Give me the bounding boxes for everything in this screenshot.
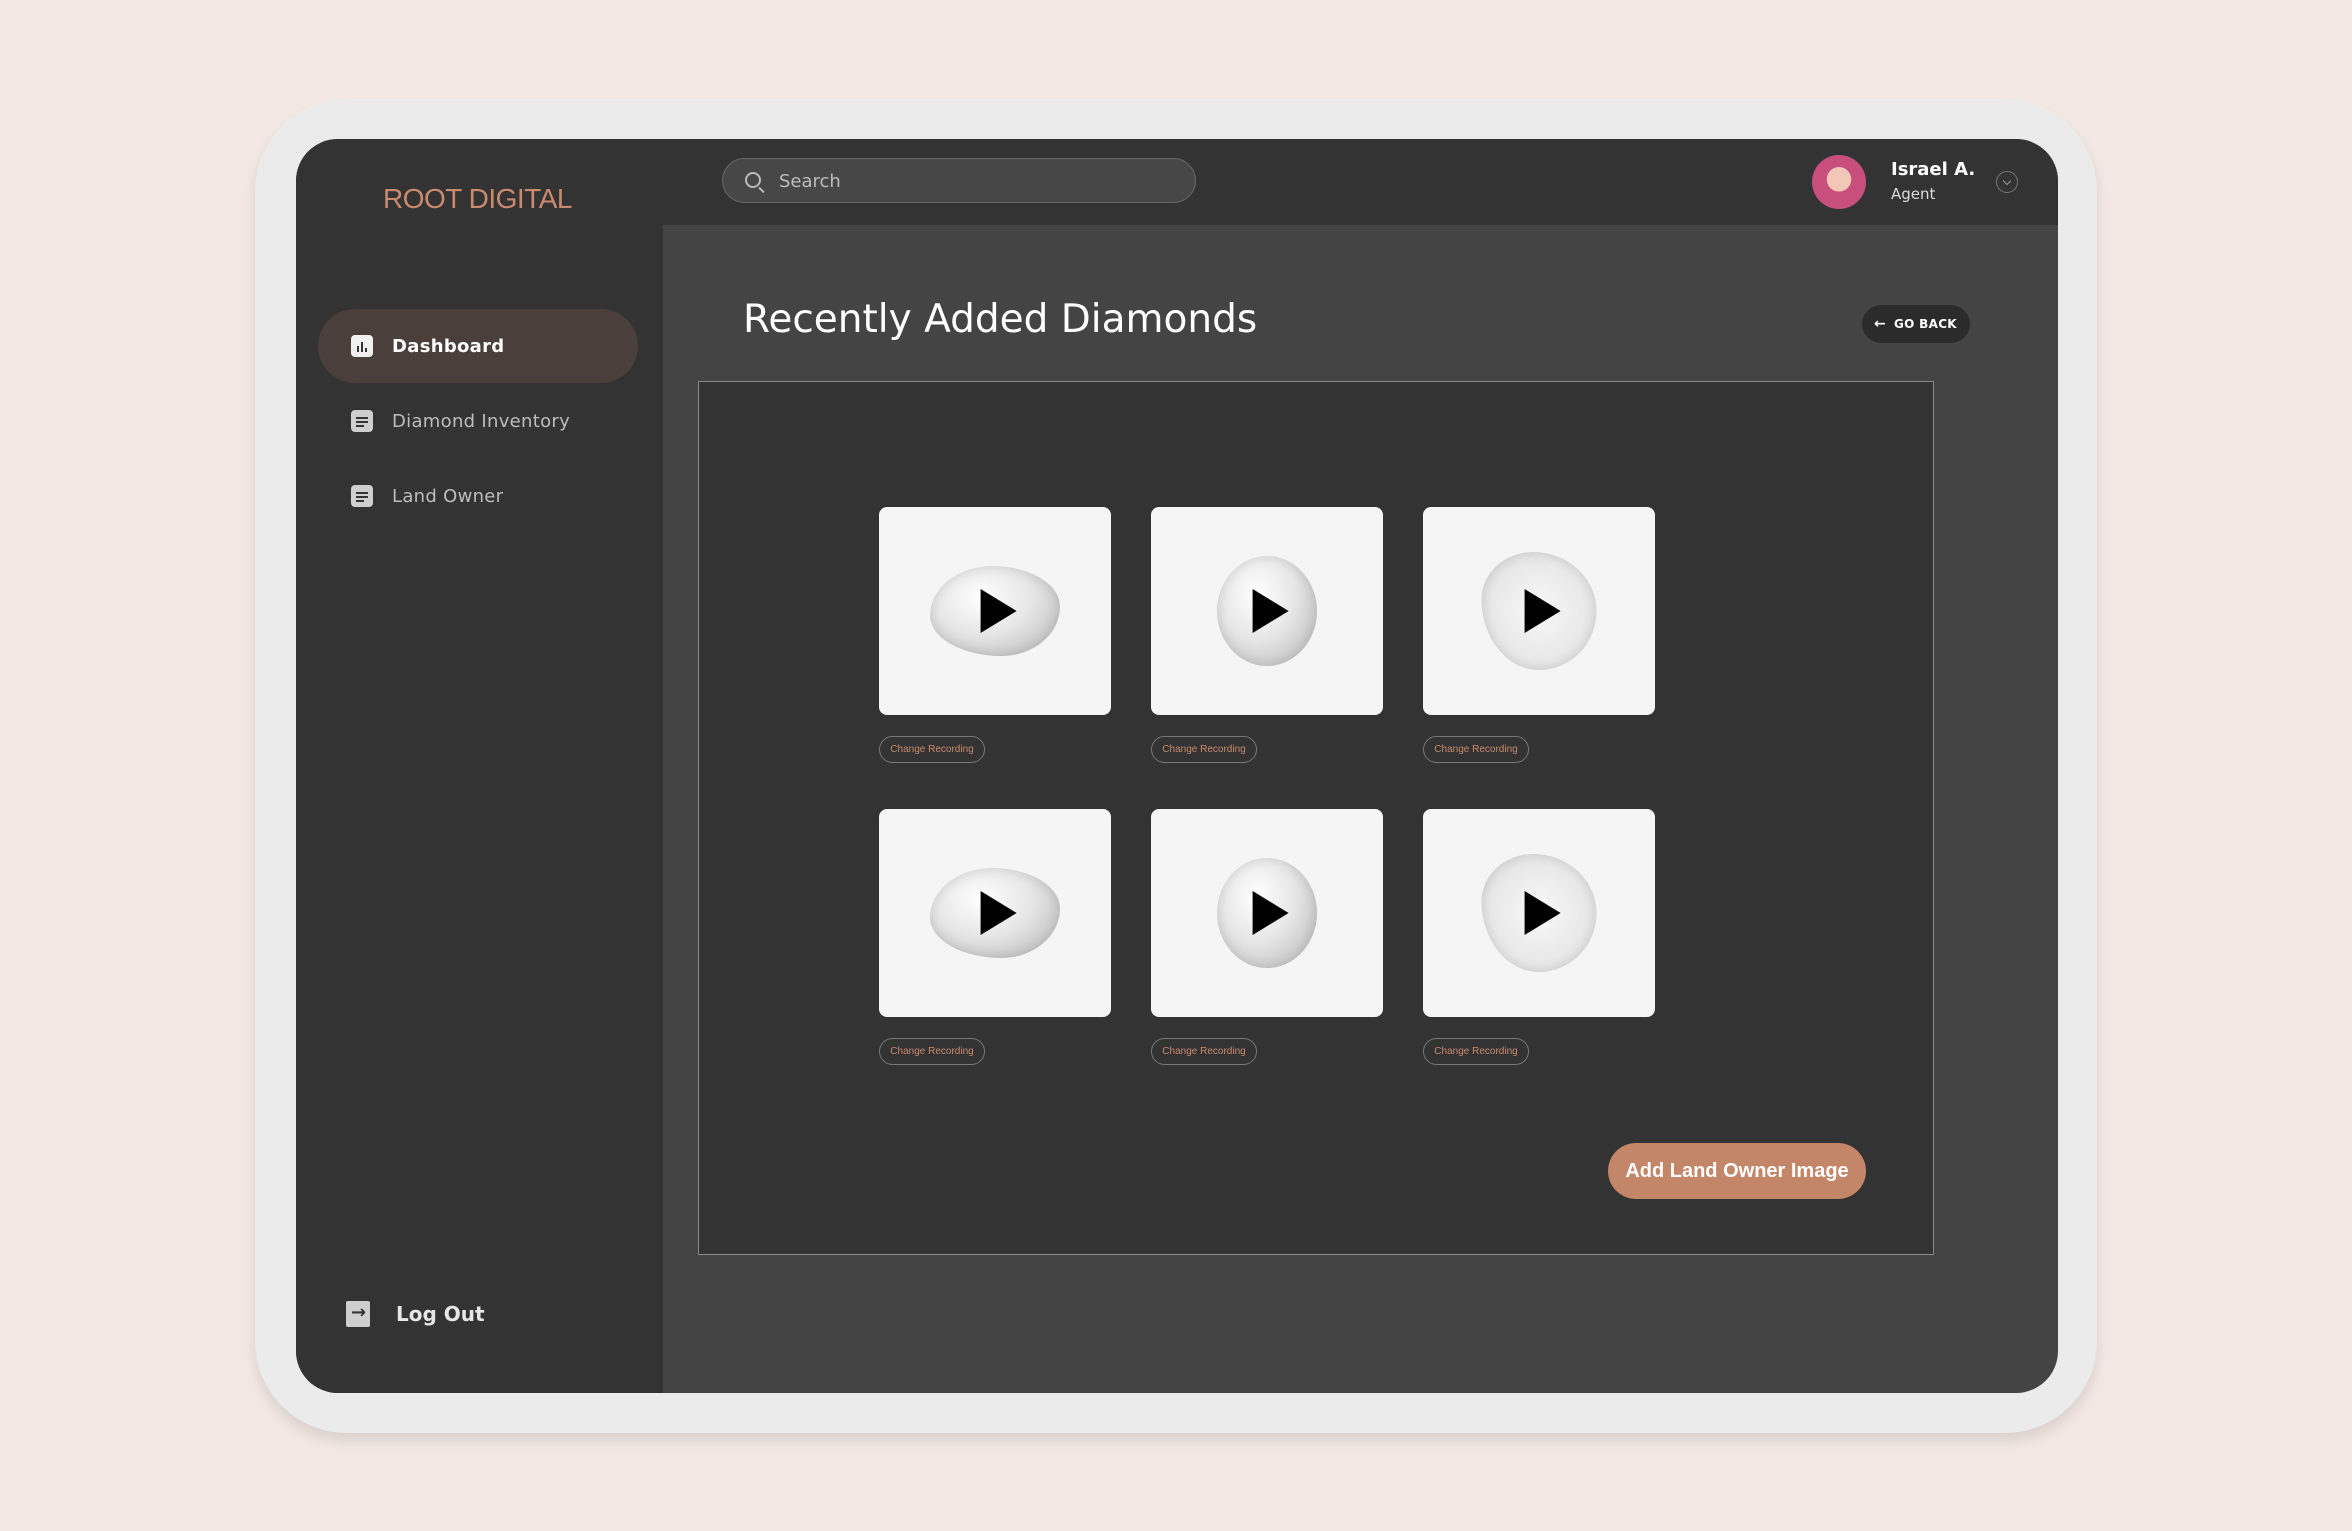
sidebar-item-label: Diamond Inventory bbox=[392, 410, 571, 432]
change-recording-button[interactable]: Change Recording bbox=[879, 1038, 985, 1065]
diamond-video-card[interactable] bbox=[1423, 809, 1655, 1017]
user-role: Agent bbox=[1891, 185, 1936, 203]
sidebar: ROOT DIGITAL Dashboard Diamond Inventory… bbox=[296, 139, 663, 1393]
page-title: Recently Added Diamonds bbox=[743, 297, 1258, 342]
search-input[interactable] bbox=[777, 159, 1181, 204]
go-back-label: GO BACK bbox=[1894, 317, 1957, 331]
diamond-video-card[interactable] bbox=[1151, 507, 1383, 715]
avatar[interactable] bbox=[1812, 155, 1866, 209]
brand-logo: ROOT DIGITAL bbox=[383, 183, 573, 214]
search-bar[interactable] bbox=[722, 158, 1196, 204]
arrow-left-icon: ← bbox=[1874, 316, 1887, 332]
logout-button[interactable]: Log Out bbox=[346, 1299, 485, 1329]
search-icon bbox=[745, 172, 761, 188]
play-icon[interactable] bbox=[1524, 589, 1561, 633]
play-icon[interactable] bbox=[1524, 891, 1561, 935]
diamond-grid-panel: Change Recording Change Recording Change… bbox=[698, 381, 1934, 1255]
sidebar-item-diamond-inventory[interactable]: Diamond Inventory bbox=[318, 384, 638, 458]
app-window: ROOT DIGITAL Dashboard Diamond Inventory… bbox=[296, 139, 2058, 1393]
document-icon bbox=[351, 485, 373, 507]
diamond-video-card[interactable] bbox=[1151, 809, 1383, 1017]
logout-icon bbox=[346, 1301, 370, 1327]
user-name: Israel A. bbox=[1891, 159, 1976, 180]
sidebar-item-label: Dashboard bbox=[392, 335, 505, 357]
chevron-down-icon[interactable] bbox=[1996, 171, 2018, 193]
diamond-video-card[interactable] bbox=[879, 507, 1111, 715]
play-icon[interactable] bbox=[1252, 589, 1289, 633]
play-icon[interactable] bbox=[980, 589, 1017, 633]
sidebar-item-label: Land Owner bbox=[392, 485, 504, 507]
diamond-video-card[interactable] bbox=[1423, 507, 1655, 715]
sidebar-item-land-owner[interactable]: Land Owner bbox=[318, 459, 638, 533]
diamond-video-card[interactable] bbox=[879, 809, 1111, 1017]
add-land-owner-image-button[interactable]: Add Land Owner Image bbox=[1608, 1143, 1866, 1199]
change-recording-button[interactable]: Change Recording bbox=[1423, 736, 1529, 763]
go-back-button[interactable]: ← GO BACK bbox=[1862, 305, 1970, 343]
change-recording-button[interactable]: Change Recording bbox=[1151, 1038, 1257, 1065]
document-icon bbox=[351, 410, 373, 432]
change-recording-button[interactable]: Change Recording bbox=[1423, 1038, 1529, 1065]
play-icon[interactable] bbox=[980, 891, 1017, 935]
play-icon[interactable] bbox=[1252, 891, 1289, 935]
chart-icon bbox=[351, 335, 373, 357]
logout-label: Log Out bbox=[396, 1302, 485, 1326]
sidebar-item-dashboard[interactable]: Dashboard bbox=[318, 309, 638, 383]
change-recording-button[interactable]: Change Recording bbox=[879, 736, 985, 763]
change-recording-button[interactable]: Change Recording bbox=[1151, 736, 1257, 763]
